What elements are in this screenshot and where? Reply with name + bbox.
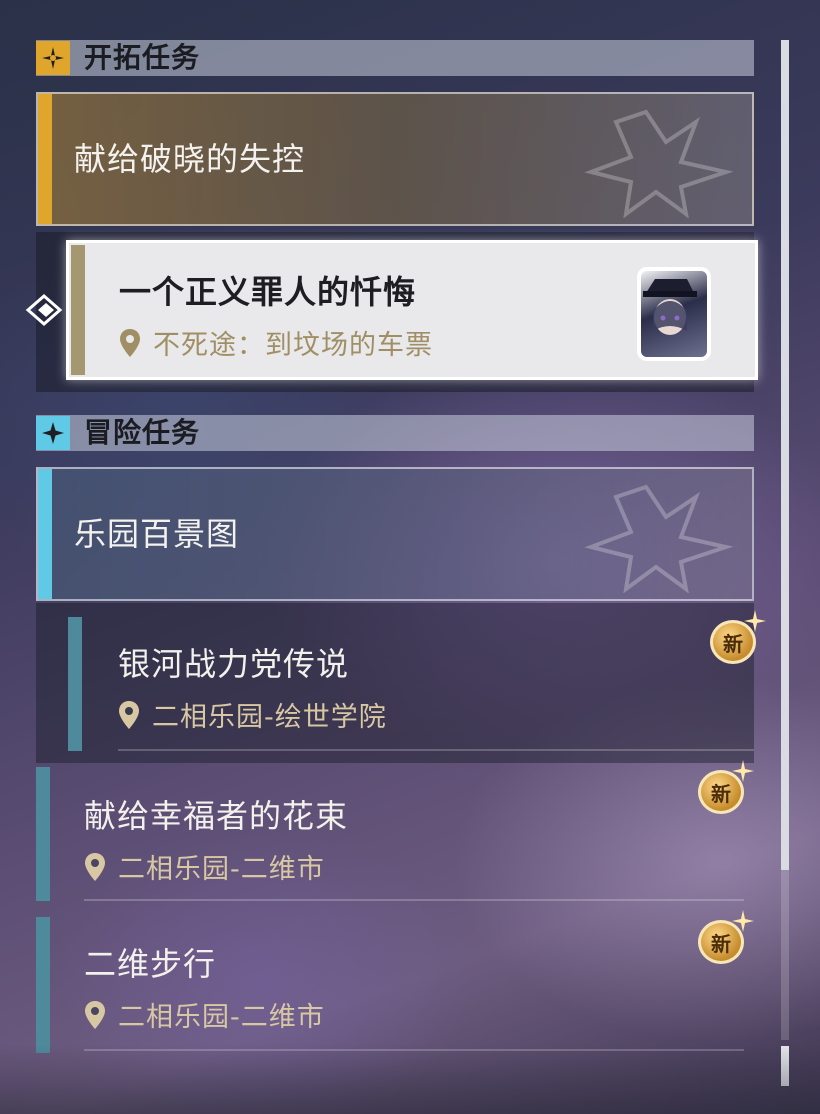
new-badge-icon: 新 xyxy=(692,910,754,968)
quest-location: 二相乐园-二维市 xyxy=(84,847,325,886)
location-pin-icon xyxy=(85,852,105,881)
quest-location-text: 二相乐园-二维市 xyxy=(118,1002,325,1033)
emblem-decoration xyxy=(584,484,734,593)
quest-location-text: 不死途：到坟场的车票 xyxy=(153,330,433,361)
divider xyxy=(118,749,754,751)
section-title: 冒险任务 xyxy=(84,416,201,449)
divider xyxy=(84,899,744,901)
mission-color-bar xyxy=(38,94,52,224)
main-mission-card[interactable]: 献给破晓的失控 xyxy=(36,92,754,226)
new-badge-icon: 新 xyxy=(692,760,754,818)
quest-color-bar xyxy=(36,767,50,901)
new-badge-text: 新 xyxy=(711,931,731,956)
mission-title: 献给破晓的失控 xyxy=(74,140,306,178)
mission-title: 乐园百景图 xyxy=(74,515,240,553)
adventure-star-icon xyxy=(36,416,70,450)
quest-location-text: 二相乐园-绘世学院 xyxy=(152,702,387,733)
quest-title: 一个正义罪人的忏悔 xyxy=(119,273,417,311)
location-pin-icon xyxy=(120,328,140,357)
selected-arrow-icon xyxy=(25,294,63,326)
quest-location: 二相乐园-二维市 xyxy=(84,995,325,1034)
trailblaze-star-icon xyxy=(36,41,70,75)
section-header-adventure: 冒险任务 xyxy=(36,415,754,451)
quest-title: 献给幸福者的花束 xyxy=(84,797,349,835)
new-badge-text: 新 xyxy=(723,631,743,656)
location-pin-icon xyxy=(85,1000,105,1029)
quest-title: 银河战力党传说 xyxy=(118,645,350,683)
quest-color-bar xyxy=(36,917,50,1053)
quest-color-bar xyxy=(68,617,82,751)
emblem-decoration xyxy=(584,109,734,218)
quest-location: 二相乐园-绘世学院 xyxy=(118,695,387,734)
quest-title: 二维步行 xyxy=(84,945,217,983)
new-badge-icon: 新 xyxy=(704,610,766,668)
section-header-trailblaze: 开拓任务 xyxy=(36,40,754,76)
main-mission-card[interactable]: 乐园百景图 xyxy=(36,467,754,601)
new-badge-text: 新 xyxy=(711,781,731,806)
character-avatar xyxy=(637,267,711,361)
quest-location-text: 二相乐园-二维市 xyxy=(118,854,325,885)
scrollbar-thumb[interactable] xyxy=(781,40,789,870)
quest-item[interactable]: 二维步行 二相乐园-二维市 xyxy=(36,917,754,1057)
mission-color-bar xyxy=(38,469,52,599)
location-pin-icon xyxy=(119,700,139,729)
bottom-fade xyxy=(0,1044,820,1114)
section-title: 开拓任务 xyxy=(84,41,201,74)
active-quest-card[interactable]: 一个正义罪人的忏悔 不死途：到坟场的车票 xyxy=(66,240,758,380)
quest-location: 不死途：到坟场的车票 xyxy=(119,323,433,362)
quest-item[interactable]: 银河战力党传说 二相乐园-绘世学院 xyxy=(36,603,754,763)
quest-color-bar xyxy=(71,245,85,375)
quest-item[interactable]: 献给幸福者的花束 二相乐园-二维市 xyxy=(36,767,754,911)
